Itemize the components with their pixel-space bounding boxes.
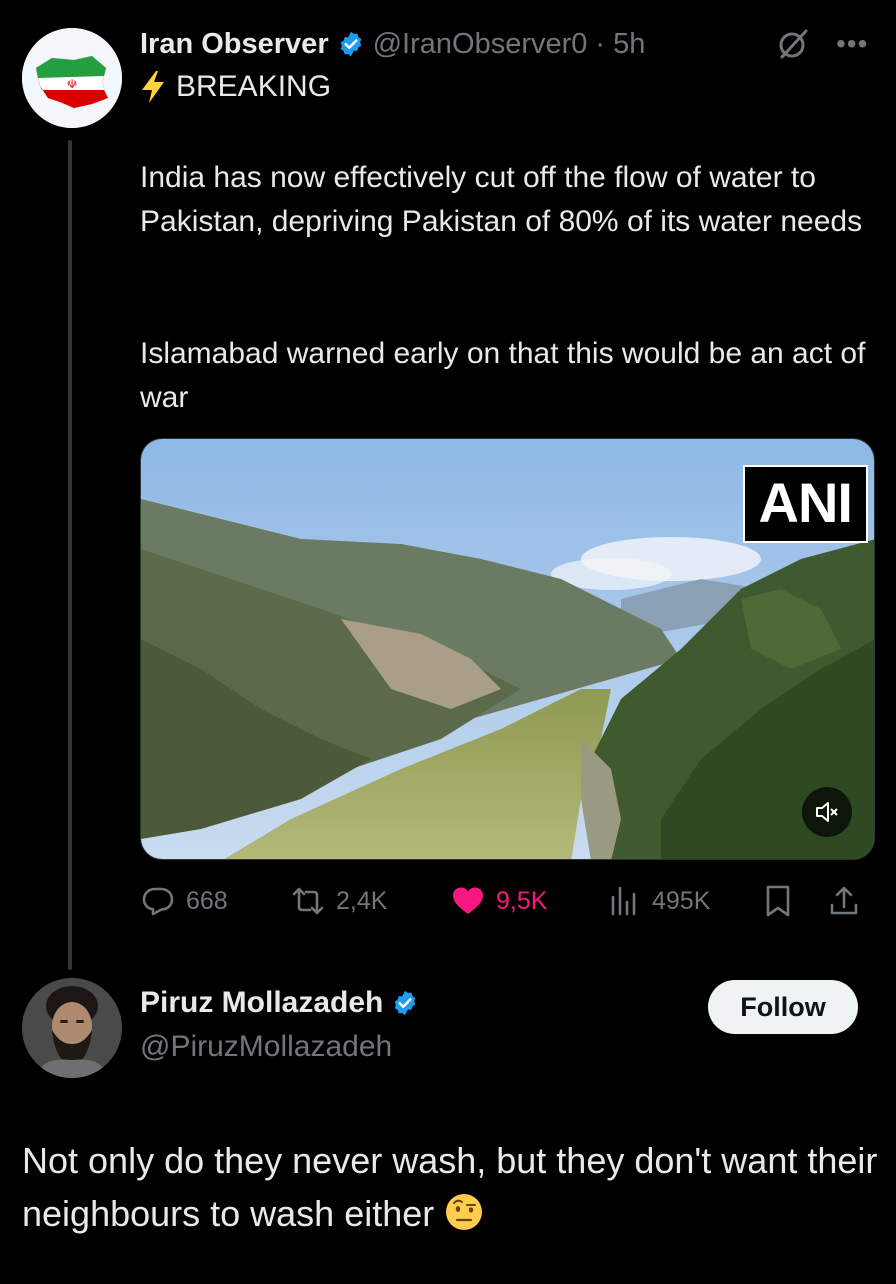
face-with-raised-eyebrow-icon	[446, 1194, 483, 1230]
ani-watermark: ANI	[742, 465, 868, 543]
reply-count: 668	[186, 886, 228, 915]
post-header: Iran Observer @IranObserver0 · 5h	[140, 24, 645, 64]
reply-author-name-row: Piruz Mollazadeh	[140, 986, 419, 1020]
iran-map-flag-icon: ☫	[22, 28, 122, 128]
heart-filled-icon	[453, 887, 483, 914]
share-icon	[830, 886, 858, 915]
profile-photo-image	[22, 978, 122, 1078]
repost-icon	[292, 887, 324, 915]
breaking-text: BREAKING	[176, 70, 332, 103]
post-paragraph-2: Islamabad warned early on that this woul…	[140, 337, 866, 414]
views-button[interactable]: 495K	[606, 876, 710, 926]
author-handle[interactable]: @IranObserver0	[373, 28, 588, 61]
bookmark-icon	[766, 885, 790, 917]
separator-dot: ·	[595, 27, 606, 60]
verified-badge-icon	[395, 990, 416, 1016]
svg-text:☫: ☫	[67, 77, 78, 91]
like-count: 9,5K	[496, 886, 548, 915]
reply-button[interactable]: 668	[140, 876, 228, 926]
verified-badge-icon	[340, 31, 361, 57]
analytics-bars-icon	[611, 886, 636, 916]
iran-observer-avatar[interactable]: ☫	[22, 28, 122, 128]
thread-connector-line	[68, 140, 72, 970]
piruz-mollazadeh-avatar[interactable]	[22, 978, 122, 1078]
repost-button[interactable]: 2,4K	[290, 876, 387, 926]
more-options-icon[interactable]: •••	[836, 28, 868, 60]
post-timestamp[interactable]: 5h	[613, 28, 645, 61]
follow-button[interactable]: Follow	[708, 980, 858, 1034]
like-button[interactable]: 9,5K	[450, 876, 547, 926]
lightning-bolt-icon	[142, 71, 164, 103]
view-count: 495K	[652, 886, 711, 915]
grok-icon[interactable]	[775, 26, 811, 62]
share-button[interactable]	[826, 876, 862, 926]
video-player[interactable]: ANI	[140, 438, 875, 860]
reply-text: Not only do they never wash, but they do…	[22, 1134, 882, 1240]
repost-count: 2,4K	[336, 886, 388, 915]
bookmark-button[interactable]	[760, 876, 796, 926]
reply-author-display-name[interactable]: Piruz Mollazadeh	[140, 986, 383, 1020]
reply-icon	[142, 887, 174, 916]
reply-author-handle[interactable]: @PiruzMollazadeh	[140, 1030, 392, 1064]
unmute-button[interactable]	[802, 787, 852, 837]
breaking-label: BREAKING	[140, 70, 331, 104]
speaker-muted-icon	[816, 802, 838, 822]
author-display-name[interactable]: Iran Observer	[140, 28, 329, 61]
post-paragraph-1: India has now effectively cut off the fl…	[140, 161, 863, 238]
post-action-bar: 668 2,4K 9,5K 495K	[140, 876, 880, 926]
